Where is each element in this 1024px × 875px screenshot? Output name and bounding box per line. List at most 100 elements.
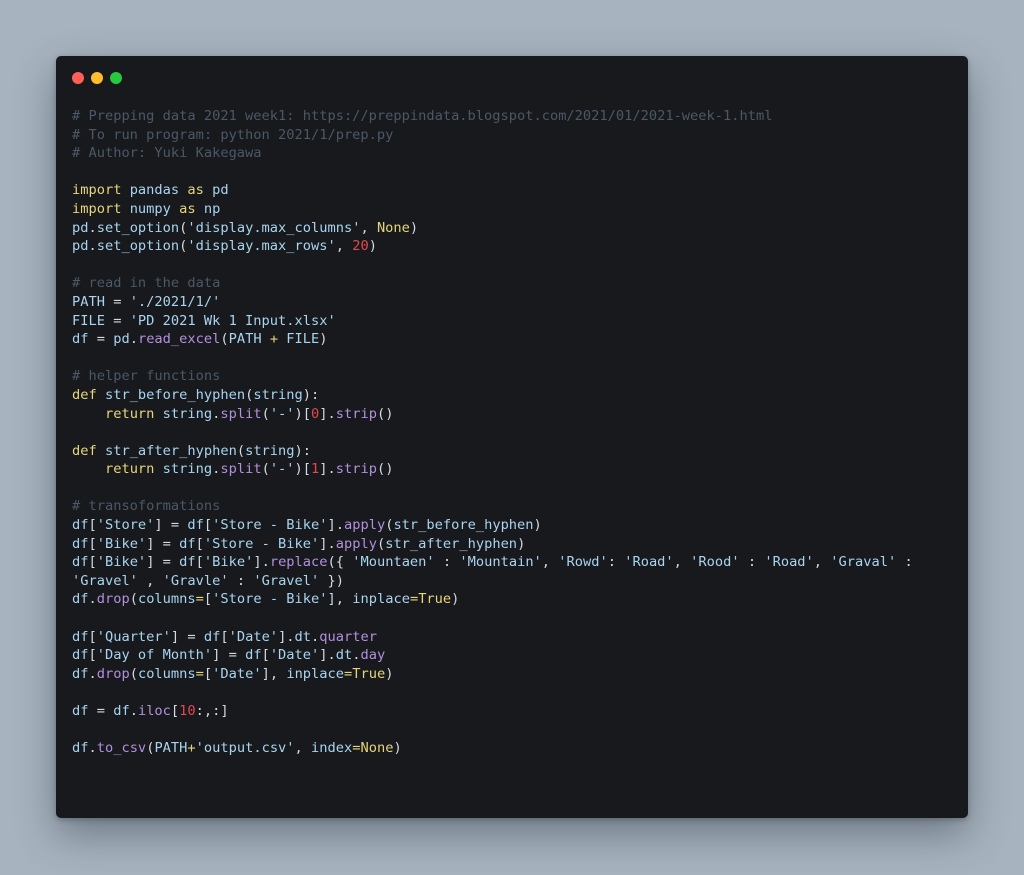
code-line: # transoformations: [72, 497, 956, 516]
code-token: split: [220, 461, 262, 478]
code-token: ,: [335, 238, 353, 255]
code-token: :: [896, 554, 913, 571]
code-token: :: [739, 554, 765, 571]
code-token: inplace: [352, 591, 410, 608]
code-token: columns: [137, 665, 196, 682]
code-token: (: [376, 535, 386, 552]
code-token: ,: [541, 554, 559, 571]
close-button[interactable]: [72, 72, 84, 84]
code-token: df: [179, 535, 196, 552]
code-token: 'Store - Bike': [212, 591, 328, 608]
code-token: [: [88, 517, 97, 534]
code-token: ):: [302, 386, 320, 403]
code-token: +: [269, 331, 279, 348]
code-token: [: [195, 535, 204, 552]
code-token: string: [154, 461, 213, 478]
code-token: ): [393, 740, 402, 757]
code-token: pd: [72, 238, 89, 255]
code-token: [: [220, 628, 229, 645]
code-token: True: [418, 591, 452, 608]
code-token: # Author: Yuki Kakegawa: [72, 145, 262, 162]
code-line: df['Store'] = df['Store - Bike'].apply(s…: [72, 516, 956, 535]
code-token: True: [352, 665, 386, 682]
code-line: 'Gravel' , 'Gravle' : 'Gravel' }): [72, 572, 956, 591]
code-token: apply: [335, 535, 377, 552]
code-token: 'Gravel': [253, 572, 320, 589]
code-line: df['Day of Month'] = df['Date'].dt.day: [72, 646, 956, 665]
code-line: # Author: Yuki Kakegawa: [72, 144, 956, 163]
code-token: ): [533, 517, 542, 534]
code-token: PATH: [228, 331, 270, 348]
code-token: .: [129, 331, 138, 348]
code-token: :: [607, 554, 625, 571]
code-token: FILE: [278, 331, 320, 348]
code-token: ,: [673, 554, 691, 571]
code-token: =: [113, 312, 130, 329]
code-token: [: [203, 665, 213, 682]
code-token: split: [220, 405, 262, 422]
code-token: 'Gravel': [72, 572, 138, 589]
code-line: # read in the data: [72, 274, 956, 293]
code-token: iloc: [137, 703, 171, 719]
code-token: columns: [137, 591, 196, 608]
code-token: (: [236, 442, 246, 459]
code-token: =: [409, 591, 419, 608]
code-token: ] =: [212, 647, 246, 664]
code-token: df: [72, 703, 97, 719]
code-token: ): [385, 665, 394, 682]
code-line: # Prepping data 2021 week1: https://prep…: [72, 107, 956, 126]
code-token: ,: [813, 554, 831, 571]
code-token: =: [113, 293, 130, 310]
code-token: (: [129, 665, 138, 682]
code-token: ): [451, 591, 460, 608]
code-token: =: [195, 591, 204, 608]
code-token: pd: [113, 331, 130, 348]
code-token: 'Store - Bike': [212, 517, 328, 534]
code-window: # Prepping data 2021 week1: https://prep…: [56, 56, 968, 818]
code-token: # read in the data: [72, 275, 221, 292]
code-token: string: [154, 405, 213, 422]
zoom-button[interactable]: [110, 72, 122, 84]
code-token: set_option: [96, 238, 180, 255]
code-token: }): [319, 572, 345, 589]
code-token: ): [517, 535, 526, 552]
code-token: ): [368, 238, 377, 255]
code-token: './2021/1/': [129, 293, 221, 310]
code-token: 20: [352, 238, 369, 255]
code-token: 'Store': [96, 517, 155, 534]
code-token: df: [72, 665, 89, 682]
code-token: df: [179, 554, 196, 571]
code-token: PATH: [154, 740, 188, 757]
code-token: +: [187, 740, 196, 757]
code-token: 'Date': [269, 647, 320, 664]
code-token: [: [203, 591, 213, 608]
code-token: PATH: [72, 293, 114, 310]
code-token: 'Gravle': [162, 572, 229, 589]
code-token: '-': [269, 461, 295, 478]
code-token: return: [104, 405, 155, 422]
code-token: 'output.csv': [195, 740, 295, 757]
code-token: ,: [294, 740, 312, 757]
code-token: FILE: [72, 312, 114, 329]
code-token: drop: [96, 665, 130, 682]
code-token: df: [72, 628, 89, 645]
code-token: str_before_hyphen: [96, 386, 246, 403]
code-token: (: [261, 461, 270, 478]
code-token: df: [245, 647, 262, 664]
code-token: None: [360, 740, 394, 757]
code-token: [: [261, 647, 270, 664]
code-token: 'Day of Month': [96, 647, 213, 664]
code-line: df = pd.read_excel(PATH + FILE): [72, 330, 956, 349]
code-token: 'Date': [228, 628, 279, 645]
code-token: ,: [137, 572, 163, 589]
code-line: df.drop(columns=['Store - Bike'], inplac…: [72, 590, 956, 609]
code-token: =: [195, 665, 204, 682]
code-block: # Prepping data 2021 week1: https://prep…: [72, 107, 956, 758]
minimize-button[interactable]: [91, 72, 103, 84]
window-controls: [72, 72, 122, 84]
code-token: .: [88, 219, 97, 236]
